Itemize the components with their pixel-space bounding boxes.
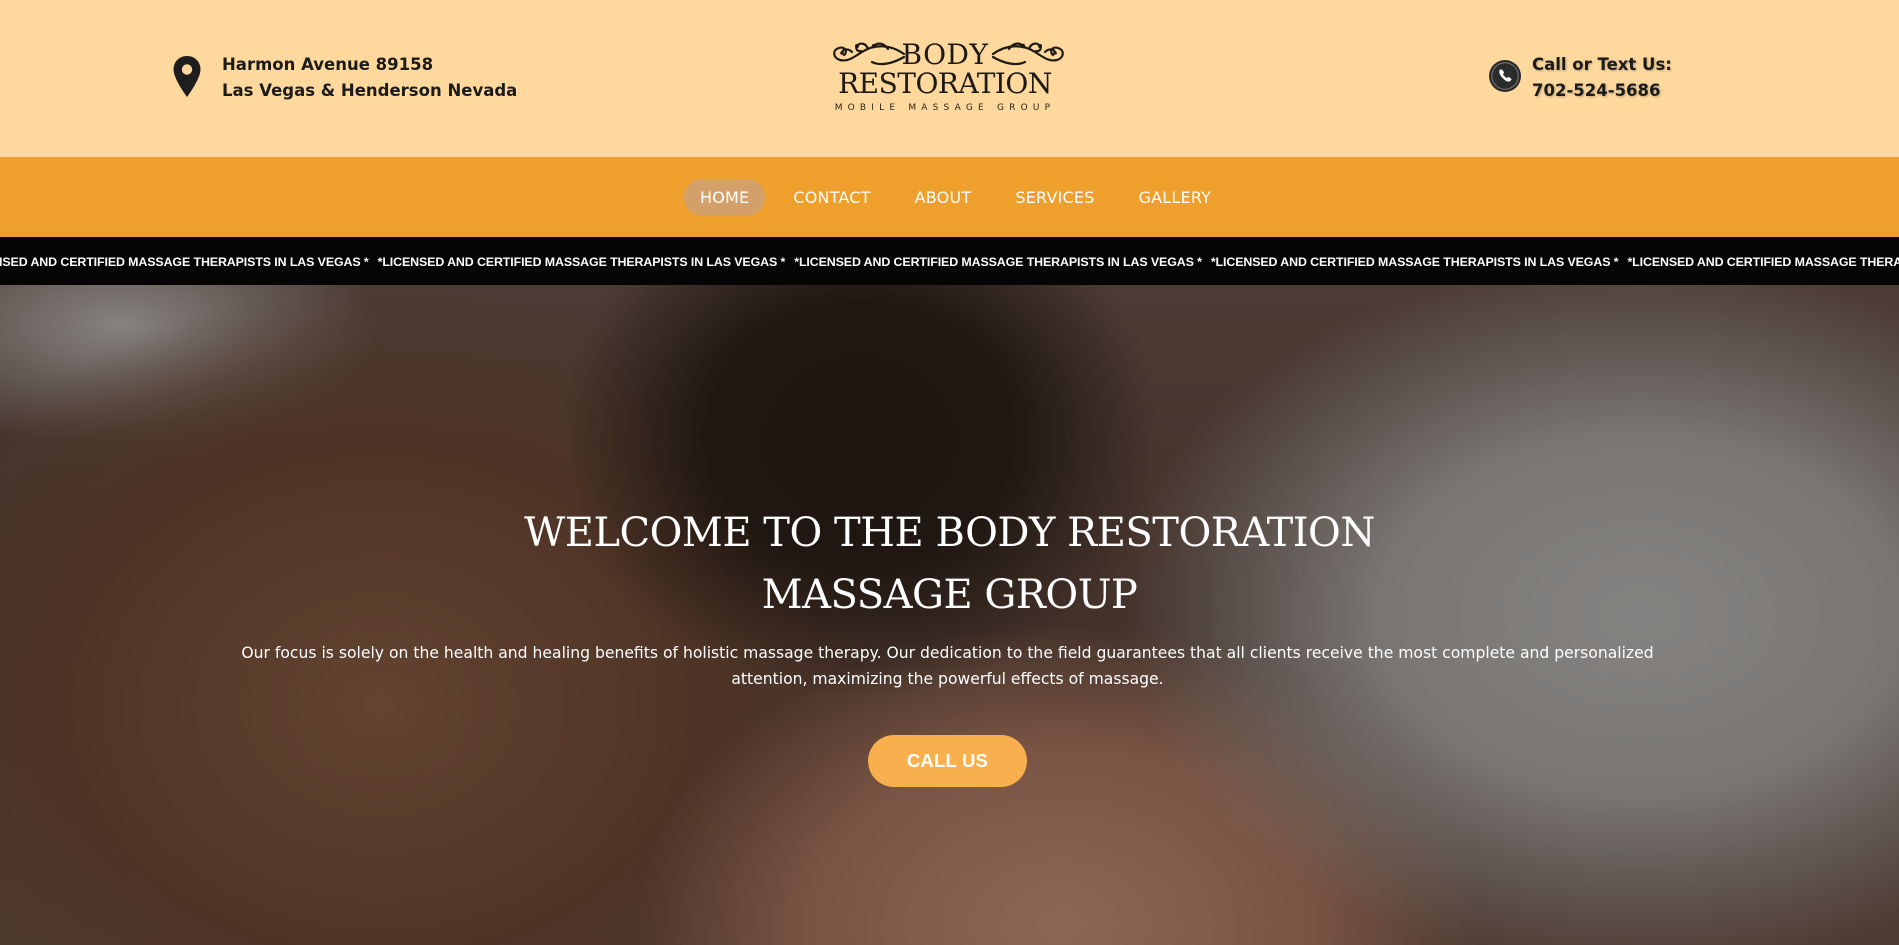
- hero-title: WELCOME TO THE BODY RESTORATION MASSAGE …: [0, 502, 1899, 626]
- address-line-2: Las Vegas & Henderson Nevada: [222, 81, 518, 100]
- call-us-button[interactable]: CALL US: [868, 735, 1027, 787]
- nav-item-services[interactable]: SERVICES: [999, 179, 1110, 216]
- ticker-item: *LICENSED AND CERTIFIED MASSAGE THERAPIS…: [794, 255, 1202, 269]
- phone-number[interactable]: 702-524-5686: [1532, 78, 1672, 104]
- logo-text-restoration: RESTORATION: [838, 67, 1052, 100]
- map-pin-icon: [173, 56, 201, 97]
- hero-title-line-2: MASSAGE GROUP: [761, 572, 1138, 618]
- nav-item-contact[interactable]: CONTACT: [777, 179, 886, 216]
- hero-section: WELCOME TO THE BODY RESTORATION MASSAGE …: [0, 285, 1899, 945]
- hero-description: Our focus is solely on the health and he…: [241, 644, 1654, 688]
- announcement-ticker: *LICENSED AND CERTIFIED MASSAGE THERAPIS…: [0, 237, 1899, 285]
- site-header: Harmon Avenue 89158 Las Vegas & Henderso…: [0, 0, 1899, 157]
- nav-item-about[interactable]: ABOUT: [899, 179, 988, 216]
- site-logo[interactable]: BODY RESTORATION MOBILE MASSAGE GROUP: [820, 38, 1070, 118]
- ticker-item: *LICENSED AND CERTIFIED MASSAGE THERAPIS…: [1627, 255, 1899, 269]
- nav-item-gallery[interactable]: GALLERY: [1123, 179, 1228, 216]
- main-navigation: HOME CONTACT ABOUT SERVICES GALLERY: [0, 157, 1899, 237]
- hero-title-line-1: WELCOME TO THE BODY RESTORATION: [524, 510, 1375, 556]
- address-line-1: Harmon Avenue 89158: [222, 55, 434, 74]
- nav-item-home[interactable]: HOME: [684, 179, 766, 216]
- ticker-item: *LICENSED AND CERTIFIED MASSAGE THERAPIS…: [0, 255, 369, 269]
- phone-label: Call or Text Us:: [1532, 55, 1672, 74]
- ticker-track: *LICENSED AND CERTIFIED MASSAGE THERAPIS…: [0, 237, 1899, 285]
- phone-block[interactable]: Call or Text Us: 702-524-5686: [1488, 52, 1672, 104]
- address-block: Harmon Avenue 89158 Las Vegas & Henderso…: [172, 52, 517, 104]
- ticker-item: *LICENSED AND CERTIFIED MASSAGE THERAPIS…: [377, 255, 786, 269]
- nav-menu: HOME CONTACT ABOUT SERVICES GALLERY: [684, 179, 1239, 216]
- phone-icon: [1489, 60, 1521, 92]
- logo-tagline: MOBILE MASSAGE GROUP: [834, 103, 1056, 113]
- ticker-item: *LICENSED AND CERTIFIED MASSAGE THERAPIS…: [1210, 255, 1619, 269]
